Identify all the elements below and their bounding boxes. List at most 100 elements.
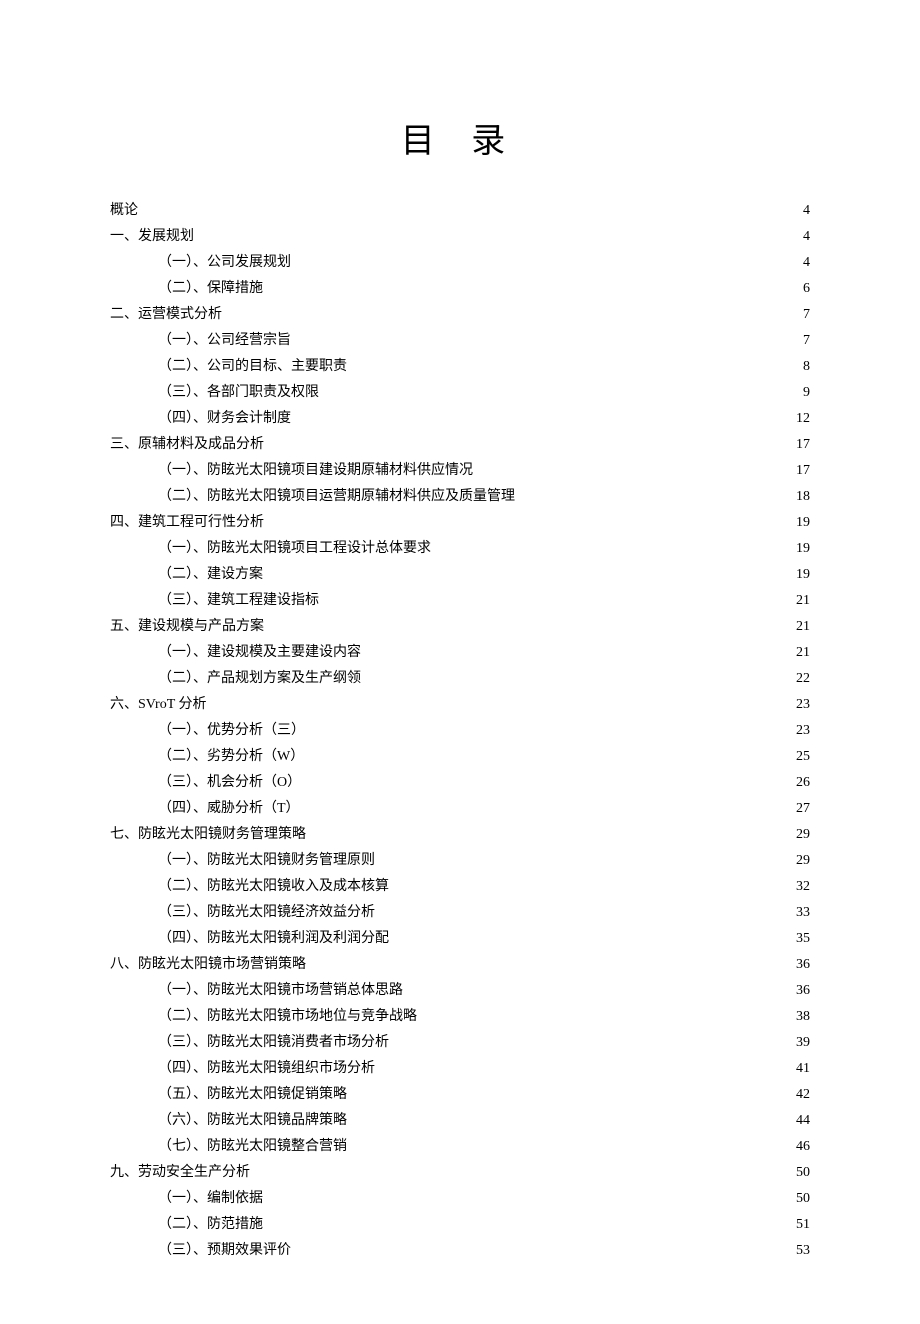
toc-entry: （五）、防眩光太阳镜促销策略42 <box>110 1082 810 1108</box>
toc-entry-page: 21 <box>788 640 810 666</box>
toc-entry-label: （二）、防范措施 <box>158 1212 263 1238</box>
toc-entry-label: （一）、防眩光太阳镜项目建设期原辅材料供应情况 <box>158 458 473 484</box>
toc-entry: （一）、建设规模及主要建设内容 21 <box>110 640 810 666</box>
toc-entry: （四）、防眩光太阳镜利润及利润分配 35 <box>110 926 810 952</box>
toc-entry-page: 8 <box>788 354 810 380</box>
toc-entry-label: 一、发展规划 <box>110 224 194 250</box>
toc-entry: （二）、建设方案19 <box>110 562 810 588</box>
toc-entry: （六）、防眩光太阳镜品牌策略 44 <box>110 1108 810 1134</box>
toc-entry-page: 23 <box>788 718 810 744</box>
toc-entry-page: 33 <box>788 900 810 926</box>
toc-entry: （一）、防眩光太阳镜市场营销总体思路 36 <box>110 978 810 1004</box>
toc-entry-label: （四）、威胁分析（T） <box>158 796 300 822</box>
toc-entry-page: 4 <box>788 198 810 224</box>
toc-entry-page: 21 <box>788 588 810 614</box>
toc-entry-page: 29 <box>788 822 810 848</box>
toc-entry: （二）、防眩光太阳镜市场地位与竞争战略38 <box>110 1004 810 1030</box>
toc-entry-page: 44 <box>788 1108 810 1134</box>
toc-entry: 六、SVroT 分析23 <box>110 692 810 718</box>
toc-entry: （二）、产品规划方案及生产纲领 22 <box>110 666 810 692</box>
toc-entry-page: 4 <box>788 250 810 276</box>
toc-entry-page: 36 <box>788 978 810 1004</box>
toc-title: 目 录 <box>110 113 810 162</box>
toc-entry-page: 53 <box>788 1238 810 1264</box>
toc-entry-label: （一）、防眩光太阳镜市场营销总体思路 <box>158 978 403 1004</box>
toc-entry-page: 18 <box>788 484 810 510</box>
toc-entry-page: 32 <box>788 874 810 900</box>
toc-entry-label: （二）、劣势分析（W） <box>158 744 304 770</box>
toc-entry: （二）、防范措施51 <box>110 1212 810 1238</box>
toc-entry-page: 19 <box>788 510 810 536</box>
toc-entry: （四）、威胁分析（T） 27 <box>110 796 810 822</box>
toc-entry-page: 22 <box>788 666 810 692</box>
toc-entry: （一）、公司经营宗旨7 <box>110 328 810 354</box>
toc-entry: （二）、公司的目标、主要职责 8 <box>110 354 810 380</box>
document-page: 目 录 概论4一、发展规划4（一）、公司发展规划4（二）、保障措施6二、运营模式… <box>0 0 920 1324</box>
toc-entry-label: （二）、公司的目标、主要职责 <box>158 354 347 380</box>
toc-entry: （三）、防眩光太阳镜消费者市场分析39 <box>110 1030 810 1056</box>
toc-entry-page: 17 <box>788 458 810 484</box>
toc-entry-label: 二、运营模式分析 <box>110 302 222 328</box>
toc-entry-label: 七、防眩光太阳镜财务管理策略 <box>110 822 306 848</box>
toc-entry: （一）、防眩光太阳镜项目工程设计总体要求 19 <box>110 536 810 562</box>
toc-entry-label: （一）、防眩光太阳镜项目工程设计总体要求 <box>158 536 431 562</box>
toc-entry-page: 35 <box>788 926 810 952</box>
toc-entry: 三、原辅材料及成品分析 17 <box>110 432 810 458</box>
toc-entry: （一）、编制依据50 <box>110 1186 810 1212</box>
toc-entry-label: （四）、防眩光太阳镜利润及利润分配 <box>158 926 389 952</box>
toc-entry-label: 八、防眩光太阳镜市场营销策略 <box>110 952 306 978</box>
toc-entry-page: 23 <box>788 692 810 718</box>
toc-entry: （一）、防眩光太阳镜项目建设期原辅材料供应情况 17 <box>110 458 810 484</box>
toc-list: 概论4一、发展规划4（一）、公司发展规划4（二）、保障措施6二、运营模式分析7（… <box>110 198 810 1264</box>
toc-entry: 四、建筑工程可行性分析 19 <box>110 510 810 536</box>
toc-entry-label: （三）、防眩光太阳镜消费者市场分析 <box>158 1030 389 1056</box>
toc-entry-label: （二）、防眩光太阳镜收入及成本核算 <box>158 874 389 900</box>
toc-entry-page: 7 <box>788 302 810 328</box>
toc-entry-page: 12 <box>788 406 810 432</box>
toc-entry-page: 42 <box>788 1082 810 1108</box>
toc-entry-label: （三）、建筑工程建设指标 <box>158 588 319 614</box>
toc-entry: （一）、公司发展规划 4 <box>110 250 810 276</box>
toc-entry-label: 九、劳动安全生产分析 <box>110 1160 250 1186</box>
toc-entry-label: （七）、防眩光太阳镜整合营销 <box>158 1134 347 1160</box>
toc-entry-label: 三、原辅材料及成品分析 <box>110 432 264 458</box>
toc-entry: （四）、防眩光太阳镜组织市场分析41 <box>110 1056 810 1082</box>
toc-entry-page: 29 <box>788 848 810 874</box>
toc-entry-label: 四、建筑工程可行性分析 <box>110 510 264 536</box>
toc-entry-label: （六）、防眩光太阳镜品牌策略 <box>158 1108 347 1134</box>
toc-entry: 概论 4 <box>110 198 810 224</box>
toc-entry: （一）、优势分析（三）23 <box>110 718 810 744</box>
toc-entry-page: 4 <box>788 224 810 250</box>
toc-entry: 二、运营模式分析 7 <box>110 302 810 328</box>
toc-entry-label: （一）、公司经营宗旨 <box>158 328 291 354</box>
toc-entry-label: （三）、预期效果评价 <box>158 1238 291 1264</box>
toc-entry-page: 25 <box>788 744 810 770</box>
toc-entry-page: 27 <box>788 796 810 822</box>
toc-entry-label: （二）、防眩光太阳镜市场地位与竞争战略 <box>158 1004 417 1030</box>
toc-entry-label: （二）、建设方案 <box>158 562 263 588</box>
toc-entry: （一）、防眩光太阳镜财务管理原则 29 <box>110 848 810 874</box>
toc-entry: （三）、各部门职责及权限9 <box>110 380 810 406</box>
toc-entry-label: （一）、公司发展规划 <box>158 250 291 276</box>
toc-entry: （二）、防眩光太阳镜项目运营期原辅材料供应及质量管理 18 <box>110 484 810 510</box>
toc-entry-label: （二）、防眩光太阳镜项目运营期原辅材料供应及质量管理 <box>158 484 515 510</box>
toc-entry-label: （三）、各部门职责及权限 <box>158 380 319 406</box>
toc-entry: （三）、机会分析（O）26 <box>110 770 810 796</box>
toc-entry: 五、建设规模与产品方案 21 <box>110 614 810 640</box>
toc-entry-page: 46 <box>788 1134 810 1160</box>
toc-entry: （三）、建筑工程建设指标 21 <box>110 588 810 614</box>
toc-entry-page: 21 <box>788 614 810 640</box>
toc-entry: （三）、防眩光太阳镜经济效益分析33 <box>110 900 810 926</box>
toc-entry-label: （一）、编制依据 <box>158 1186 263 1212</box>
toc-entry-page: 19 <box>788 536 810 562</box>
toc-entry-label: 五、建设规模与产品方案 <box>110 614 264 640</box>
toc-entry-page: 17 <box>788 432 810 458</box>
toc-entry-label: （一）、防眩光太阳镜财务管理原则 <box>158 848 375 874</box>
toc-entry: 七、防眩光太阳镜财务管理策略 29 <box>110 822 810 848</box>
toc-entry-label: （一）、建设规模及主要建设内容 <box>158 640 361 666</box>
toc-entry-label: （二）、产品规划方案及生产纲领 <box>158 666 361 692</box>
toc-entry-label: （三）、机会分析（O） <box>158 770 301 796</box>
toc-entry-label: 概论 <box>110 198 138 224</box>
toc-entry: （二）、保障措施6 <box>110 276 810 302</box>
toc-entry: 九、劳动安全生产分析50 <box>110 1160 810 1186</box>
